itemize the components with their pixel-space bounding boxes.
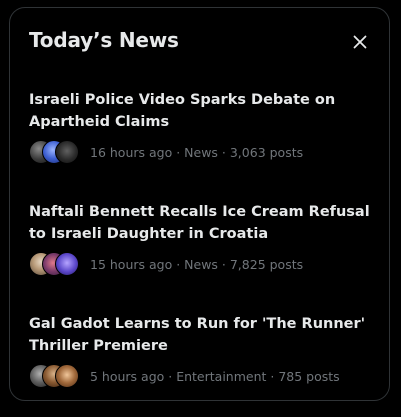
news-item[interactable]: Israeli Police Video Sparks Debate on Ap… — [29, 89, 373, 165]
avatar — [55, 140, 79, 164]
news-headline: Naftali Bennett Recalls Ice Cream Refusa… — [29, 204, 370, 242]
avatar — [55, 364, 79, 388]
news-item[interactable]: Naftali Bennett Recalls Ice Cream Refusa… — [29, 201, 373, 277]
news-meta: 5 hours ago · Entertainment · 785 posts — [90, 368, 340, 384]
close-icon — [353, 35, 367, 49]
news-meta-row: 16 hours ago · News · 3,063 posts — [29, 139, 373, 165]
avatar-stack — [29, 251, 83, 277]
news-meta: 15 hours ago · News · 7,825 posts — [90, 256, 304, 272]
news-headline: Gal Gadot Learns to Run for 'The Runner'… — [29, 316, 366, 354]
todays-news-card: Today’s News Israeli Police Video Sparks… — [9, 7, 390, 401]
card-header: Today’s News — [29, 26, 370, 58]
news-meta-row: 15 hours ago · News · 7,825 posts — [29, 251, 373, 277]
avatar-stack — [29, 363, 83, 389]
close-button[interactable] — [344, 26, 376, 58]
avatar — [55, 252, 79, 276]
avatar-stack — [29, 139, 83, 165]
card-title: Today’s News — [29, 28, 179, 52]
news-meta: 16 hours ago · News · 3,063 posts — [90, 144, 304, 160]
news-headline: Israeli Police Video Sparks Debate on Ap… — [29, 92, 336, 130]
news-meta-row: 5 hours ago · Entertainment · 785 posts — [29, 363, 373, 389]
news-item[interactable]: Gal Gadot Learns to Run for 'The Runner'… — [29, 313, 373, 389]
